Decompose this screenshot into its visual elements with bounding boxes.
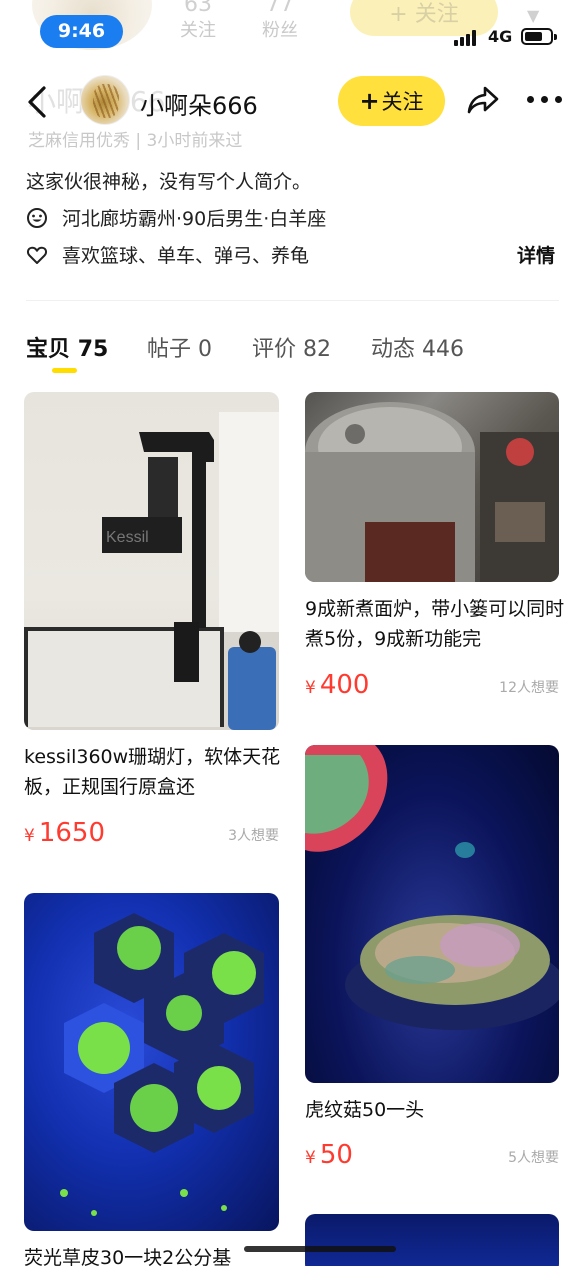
mushroom-coral-photo (305, 745, 559, 1030)
battery-icon (521, 28, 557, 45)
hobbies-text: 喜欢篮球、单车、弹弓、养龟 (62, 245, 310, 267)
back-button[interactable] (22, 84, 56, 120)
plus-icon: + (359, 87, 380, 115)
bg-credit-subtitle: 芝麻信用优秀 | 3小时前来过 (28, 131, 243, 150)
tab-items[interactable]: 宝贝 75 (26, 331, 108, 363)
price-value: 400 (319, 670, 370, 700)
currency-symbol: ¥ (305, 1148, 316, 1168)
bg-stat-label: 关注 (180, 20, 216, 41)
bg-stat-num: 77 (266, 0, 294, 17)
bg-chevron-down-icon: ▼ (527, 6, 540, 25)
follow-label: 关注 (381, 90, 424, 114)
listing-title[interactable]: kessil360w珊瑚灯，软体天花板，正规国行原盒还 (24, 742, 284, 802)
smiley-icon (27, 207, 47, 228)
bg-stat-following: 63 关注 (180, 0, 216, 42)
detail-link[interactable]: 详情 (517, 241, 555, 268)
network-type: 4G (488, 27, 513, 46)
tab-label: 帖子 (147, 337, 192, 362)
location-row: 河北廊坊霸州·90后男生·白羊座 (26, 204, 326, 231)
dot-icon (527, 96, 534, 103)
bg-stat-label: 粉丝 (262, 20, 298, 41)
nav-username: 小啊朵666 (140, 92, 258, 120)
dot-icon (541, 96, 548, 103)
more-button[interactable] (527, 96, 563, 104)
tab-label: 评价 (252, 337, 297, 362)
tab-count: 75 (77, 337, 109, 362)
listing-price: ¥50 (305, 1140, 353, 1170)
tab-count: 0 (198, 337, 213, 362)
bg-stat-followers: 77 粉丝 (262, 0, 298, 42)
dot-icon (555, 96, 562, 103)
listing-title[interactable]: 虎纹菇50一头 (305, 1095, 565, 1125)
noodle-stove-photo (305, 402, 559, 582)
listing-wants: 12人想要 (499, 680, 559, 696)
listing-price: ¥400 (305, 670, 369, 700)
listing-price: ¥1650 (24, 818, 105, 848)
heart-icon (26, 246, 48, 264)
bg-stat-num: 63 (184, 0, 212, 17)
home-indicator[interactable] (244, 1246, 396, 1252)
tab-activity[interactable]: 动态 446 (371, 331, 464, 363)
share-icon (467, 86, 499, 114)
tab-count: 82 (303, 337, 332, 362)
tab-count: 446 (422, 337, 465, 362)
fluorescent-coral-photo (60, 913, 264, 1216)
listing-image-coral-lamp[interactable]: Kessil (24, 392, 279, 730)
location-text: 河北廊坊霸州·90后男生·白羊座 (62, 208, 327, 230)
hobbies-row: 喜欢篮球、单车、弹弓、养龟 (26, 241, 309, 268)
tab-posts[interactable]: 帖子 0 (147, 331, 212, 363)
listing-image-fluorescent-coral[interactable] (24, 893, 279, 1231)
listing-image-tiger-mushroom[interactable] (305, 745, 559, 1083)
chevron-left-icon (28, 86, 46, 118)
price-value: 50 (319, 1140, 353, 1170)
tab-reviews[interactable]: 评价 82 (252, 331, 331, 363)
avatar[interactable] (80, 75, 130, 125)
listing-image-next[interactable] (305, 1214, 559, 1266)
tab-label: 动态 (371, 337, 416, 362)
status-time: 9:46 (40, 15, 123, 48)
brand-text: Kessil (106, 529, 149, 546)
currency-symbol: ¥ (24, 826, 35, 846)
share-button[interactable] (466, 84, 500, 116)
signal-icon (454, 28, 480, 46)
profile-bio: 这家伙很神秘，没有写个人简介。 (26, 171, 312, 193)
tab-label: 宝贝 (26, 337, 71, 362)
follow-button[interactable]: +关注 (338, 76, 445, 126)
listing-title[interactable]: 9成新煮面炉，带小篓可以同时煮5份，9成新功能完 (305, 594, 565, 654)
divider (26, 300, 559, 301)
price-value: 1650 (38, 818, 105, 848)
listing-wants: 5人想要 (508, 1150, 559, 1166)
listing-image-noodle-stove[interactable] (305, 392, 559, 582)
listing-wants: 3人想要 (228, 828, 279, 844)
currency-symbol: ¥ (305, 678, 316, 698)
coral-lamp-photo: Kessil (24, 412, 279, 730)
active-tab-indicator (52, 368, 77, 373)
